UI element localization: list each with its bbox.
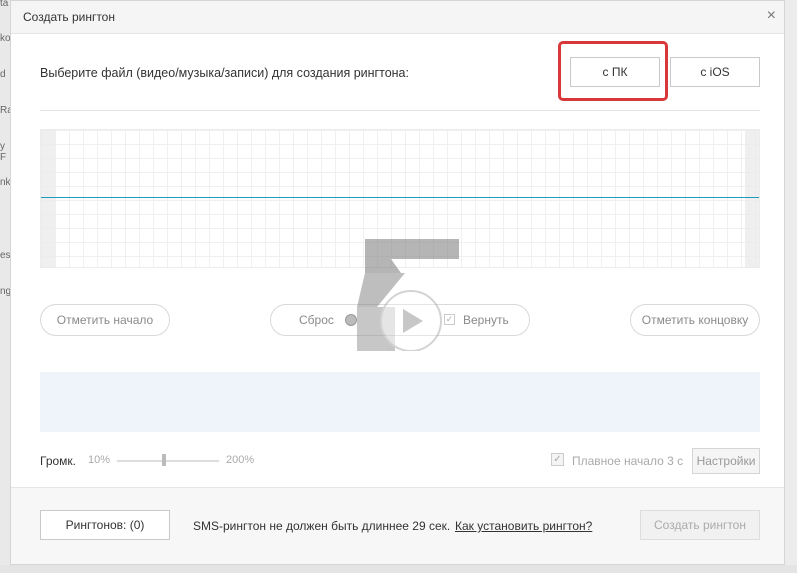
how-to-link[interactable]: Как установить рингтон?	[455, 519, 592, 533]
waveform-end-handle[interactable]	[745, 130, 759, 267]
background-window-bottom	[0, 565, 797, 573]
sms-note: SMS-рингтон не должен быть длиннее 29 се…	[193, 519, 451, 533]
divider	[40, 110, 760, 111]
volume-label: Громк.	[40, 454, 77, 468]
file-prompt: Выберите файл (видео/музыка/записи) для …	[40, 66, 409, 80]
watermark-logo-icon	[357, 239, 459, 351]
volume-slider-track[interactable]	[117, 460, 219, 462]
mark-end-button[interactable]: Отметить концовку	[630, 304, 760, 336]
bg-text-fragment: ko	[0, 33, 11, 44]
close-icon[interactable]: ×	[767, 7, 776, 25]
dialog-title: Создать рингтон	[23, 10, 115, 24]
create-ringtone-button[interactable]: Создать рингтон	[640, 510, 760, 540]
mark-start-button[interactable]: Отметить начало	[40, 304, 170, 336]
from-ios-button[interactable]: с iOS	[670, 57, 760, 87]
dialog-titlebar: Создать рингтон ×	[11, 1, 784, 34]
fade-in-label: Плавное начало 3 с	[572, 454, 684, 468]
restore-button[interactable]: Вернуть	[463, 305, 509, 335]
volume-slider-thumb[interactable]	[162, 454, 166, 466]
fade-in-checkbox[interactable]: ✓	[551, 453, 564, 466]
bg-text-fragment: ta	[0, 0, 9, 9]
info-panel	[40, 372, 760, 432]
background-window-right	[785, 0, 797, 573]
highlight-annotation	[558, 41, 668, 101]
bg-text-fragment: es	[0, 250, 11, 261]
waveform-line	[41, 197, 759, 198]
create-ringtone-dialog: Создать рингтон × Выберите файл (видео/м…	[10, 0, 785, 565]
volume-max: 200%	[226, 454, 255, 466]
background-window-left: ta ko d Ra y F nk es ng	[0, 0, 13, 573]
waveform-start-handle[interactable]	[41, 130, 55, 267]
reset-button[interactable]: Сброс	[299, 305, 334, 335]
ringtones-button[interactable]: Рингтонов: (0)	[40, 510, 170, 540]
volume-min: 10%	[88, 454, 111, 466]
bg-text-fragment: y F	[0, 141, 7, 163]
bg-text-fragment: nk	[0, 177, 11, 188]
settings-button[interactable]: Настройки	[692, 448, 760, 474]
bg-text-fragment: d	[0, 69, 6, 80]
